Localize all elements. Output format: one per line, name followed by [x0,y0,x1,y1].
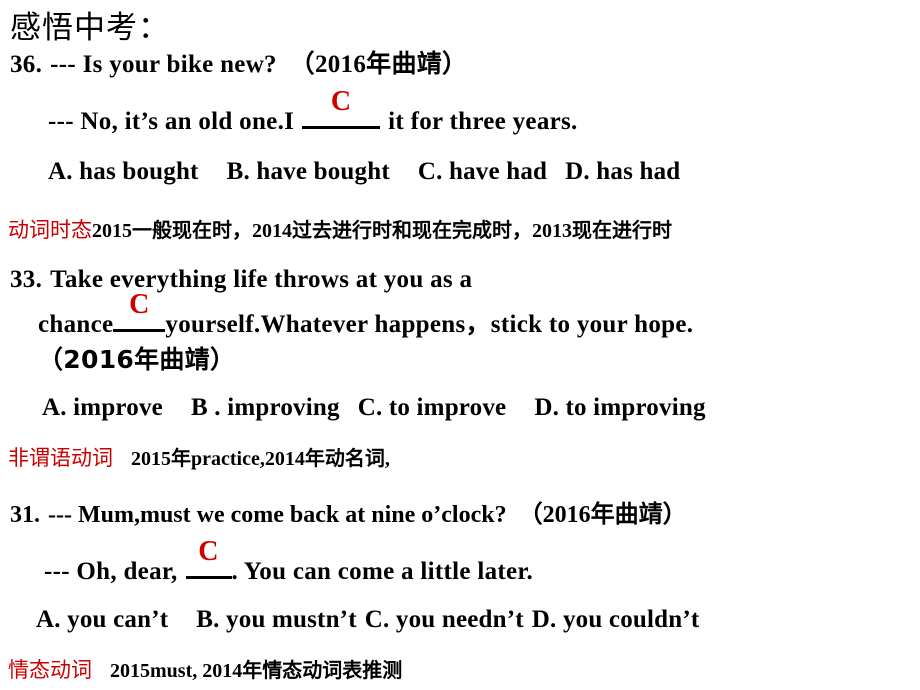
option-b[interactable]: B. you mustn’t [196,606,356,633]
question-36-number: 36. [10,51,43,78]
question-36-answer-post: it for three years. [388,108,578,135]
question-31-answer-pre: --- Oh, dear, [44,558,178,585]
question-33-number: 33. [10,266,43,293]
option-c[interactable]: C. have had [418,158,547,185]
question-31-explanation-body: 2015must, 2014年情态动词表推测 [110,660,403,682]
question-36-answer-pre: --- No, it’s an old one.I [48,108,295,135]
question-31-answer-letter: C [198,536,219,567]
question-36-blank[interactable]: C [302,88,381,129]
question-33-prompt-line-1: 33. Take everything life throws at you as… [10,266,472,294]
option-c[interactable]: C. to improve [358,394,507,421]
question-33-answer-letter: C [129,289,150,320]
option-b[interactable]: B . improving [191,394,340,421]
option-d[interactable]: D. you couldn’t [532,606,700,633]
option-b[interactable]: B. have bought [227,158,390,185]
question-36-answer-letter: C [330,86,352,117]
option-a[interactable]: A. improve [42,394,163,421]
question-31-prompt-text: --- Mum,must we come back at nine o’cloc… [48,502,687,528]
page-title: 感悟中考： [10,10,170,46]
question-33-explanation: 非谓语动词 2015年practice,2014年动名词, [8,442,390,472]
question-33-explanation-tag: 非谓语动词 [8,446,113,470]
option-a[interactable]: A. has bought [48,158,199,185]
question-33-explanation-body: 2015年practice,2014年动名词, [131,448,390,470]
option-d[interactable]: D. has had [565,158,680,185]
option-c[interactable]: C. you needn’t [365,606,524,633]
question-36-explanation-tag: 动词时态 [8,218,92,242]
question-31-prompt: 31. --- Mum,must we come back at nine o’c… [10,494,687,529]
question-31-answer-line: --- Oh, dear, C . You can come a little la… [44,538,534,586]
slide-canvas: 感悟中考： 36. --- Is your bike new? （2016年曲靖）… [0,0,920,690]
question-33-prompt-pre: chance [38,311,114,338]
question-33-blank[interactable]: C [113,291,166,332]
question-36-prompt: 36. --- Is your bike new? （2016年曲靖） [10,44,467,80]
question-31-blank[interactable]: C [185,538,232,579]
question-31-number: 31. [10,502,40,528]
question-36-explanation: 动词时态2015一般现在时，2014过去进行时和现在完成时，2013现在进行时 [8,214,672,244]
question-33-prompt-post: yourself.Whatever happens，stick to your … [165,311,694,338]
question-31-options: A. you can’t B. you mustn’t C. you needn’t… [36,606,699,634]
question-31-explanation-tag: 情态动词 [8,658,92,682]
question-33-options: A. improve B . improving C. to improve D. t… [42,394,706,422]
option-d[interactable]: D. to improving [534,394,705,421]
question-36-explanation-body: 2015一般现在时，2014过去进行时和现在完成时，2013现在进行时 [92,220,672,242]
question-36-options: A. has bought B. have bought C. have had D.… [48,158,680,186]
question-33-source: （2016年曲靖） [38,345,236,374]
question-33-prompt-text-1: Take everything life throws at you as a [50,266,473,293]
question-31-explanation: 情态动词 2015must, 2014年情态动词表推测 [8,654,402,684]
question-33-prompt-line-2: chance Cyourself.Whatever happens，stick t… [38,291,694,340]
question-31-answer-post: . You can come a little later. [231,558,534,585]
question-36-answer-line: --- No, it’s an old one.I Cit for three y… [48,88,578,136]
question-36-prompt-text: --- Is your bike new? （2016年曲靖） [50,51,468,78]
option-a[interactable]: A. you can’t [36,606,168,633]
